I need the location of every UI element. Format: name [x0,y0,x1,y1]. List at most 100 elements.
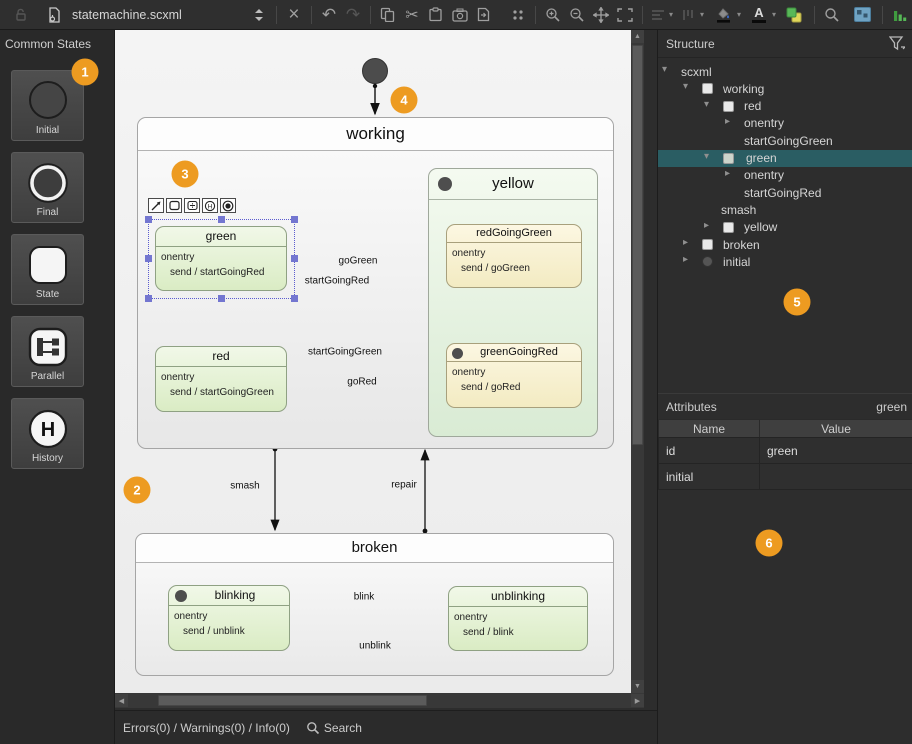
vertical-scrollbar[interactable]: ▲ ▼ [631,30,644,693]
fit-to-view-icon[interactable] [613,3,637,27]
chevron-right-icon[interactable]: ▸ [725,168,730,179]
state-red[interactable]: red onentrysend / startGoingGreen [155,346,287,412]
state-blinking[interactable]: blinking onentrysend / unblink [168,585,290,651]
state-greenGoingRed[interactable]: greenGoingRed onentrysend / goRed [446,343,582,408]
selection-handle[interactable] [218,216,225,223]
tile-state[interactable]: State [11,234,84,305]
tree-item-onentry[interactable]: ▸ onentry [658,115,912,132]
tile-parallel[interactable]: Parallel [11,316,84,387]
zoom-out-icon[interactable] [565,3,589,27]
vertical-scrollbar-thumb[interactable] [632,45,643,445]
state-redGoingGreen[interactable]: redGoingGreen onentrysend / goGreen [446,224,582,288]
horizontal-scrollbar[interactable]: ◀ ▶ [115,693,644,708]
tree-item-working[interactable]: ▾ working [658,80,912,97]
filter-icon[interactable] [889,36,905,56]
scroll-up-icon[interactable]: ▲ [631,30,644,43]
selection-handle[interactable] [291,216,298,223]
selection-handle[interactable] [145,295,152,302]
callout-badge-1: 1 [72,59,99,86]
chevron-right-icon[interactable]: ▸ [683,254,688,265]
selection-handle[interactable] [291,295,298,302]
chevron-down-icon[interactable]: ▾ [772,10,776,19]
chevron-down-icon[interactable]: ▾ [737,10,741,19]
chevron-down-icon[interactable]: ▾ [669,10,673,19]
screenshot-icon[interactable] [448,3,472,27]
tree-item-onentry[interactable]: ▸ onentry [658,167,912,184]
align-horizontal-icon[interactable] [648,3,668,27]
transition-label-goGreen[interactable]: goGreen [339,256,378,267]
search-icon[interactable] [820,3,844,27]
attribute-value-initial[interactable] [759,463,912,490]
tree-item-broken[interactable]: ▸ broken [658,236,912,253]
scroll-down-icon[interactable]: ▼ [631,680,644,693]
color-theme-icon[interactable] [782,3,806,27]
chevron-down-icon[interactable]: ▾ [683,81,688,92]
scroll-right-icon[interactable]: ▶ [631,694,644,707]
chevron-right-icon[interactable]: ▸ [704,220,709,231]
transition-label-smash[interactable]: smash [230,481,259,492]
structure-title: Structure [666,37,715,51]
tile-final[interactable]: Final [11,152,84,223]
palette-final-button[interactable] [220,198,236,213]
document-spinner-icon[interactable] [247,3,271,27]
transition-label-unblink[interactable]: unblink [359,641,391,652]
chevron-right-icon[interactable]: ▸ [683,237,688,248]
tree-item-red[interactable]: ▾ red [658,98,912,115]
palette-state-button[interactable] [166,198,182,213]
tile-history[interactable]: H History [11,398,84,469]
tree-item-green[interactable]: ▾ green [658,150,912,167]
callout-badge-5: 5 [784,289,811,316]
scroll-left-icon[interactable]: ◀ [115,694,128,707]
tree-item-scxml[interactable]: ▾ scxml [658,63,912,80]
tree-item-startGoingGreen[interactable]: startGoingGreen [658,132,912,149]
chevron-down-icon[interactable]: ▾ [662,64,667,75]
palette-history-button[interactable]: H [202,198,218,213]
state-blinking-initial-dot [175,590,187,602]
pan-icon[interactable] [589,3,613,27]
selection-handle[interactable] [145,216,152,223]
tree-item-initial[interactable]: ▸ initial [658,253,912,270]
font-color-icon[interactable]: A [747,3,771,27]
redo-icon[interactable]: ↷ [341,3,365,27]
transition-label-blink[interactable]: blink [354,592,375,603]
statistics-icon[interactable] [888,3,912,27]
horizontal-scrollbar-thumb[interactable] [158,695,427,706]
copy-icon[interactable] [376,3,400,27]
selection-handle[interactable] [145,255,152,262]
editor-canvas-column: working yellow redGoingGreen onentrysend… [115,30,657,710]
navigator-icon[interactable] [850,3,874,27]
cut-icon[interactable]: ✂ [400,3,424,27]
transition-label-startGoingGreen[interactable]: startGoingGreen [308,347,382,358]
chevron-right-icon[interactable]: ▸ [725,116,730,127]
chevron-down-icon[interactable]: ▾ [704,151,709,162]
export-icon[interactable] [472,3,496,27]
palette-transition-button[interactable] [148,198,164,213]
attribute-value-id[interactable]: green [759,437,912,464]
chevron-down-icon[interactable]: ▾ [704,99,709,110]
zoom-in-icon[interactable] [541,3,565,27]
fill-color-icon[interactable] [712,3,736,27]
selection-handle[interactable] [218,295,225,302]
undo-icon[interactable]: ↶ [317,3,341,27]
tree-item-smash[interactable]: smash [658,201,912,218]
state-unblinking[interactable]: unblinking onentrysend / blink [448,586,588,651]
tree-item-yellow[interactable]: ▸ yellow [658,219,912,236]
transition-label-startGoingRed[interactable]: startGoingRed [305,276,369,287]
issues-summary[interactable]: Errors(0) / Warnings(0) / Info(0) [123,721,290,735]
align-vertical-icon[interactable] [679,3,699,27]
tile-initial[interactable]: Initial [11,70,84,141]
statechart-canvas[interactable]: working yellow redGoingGreen onentrysend… [115,30,631,693]
close-icon[interactable]: × [282,3,306,27]
state-icon [723,222,734,233]
grid-dots-icon[interactable] [506,3,530,27]
palette-parallel-button[interactable] [184,198,200,213]
transition-label-goRed[interactable]: goRed [347,377,376,388]
tree-item-startGoingRed[interactable]: startGoingRed [658,184,912,201]
paste-icon[interactable] [424,3,448,27]
transition-label-repair[interactable]: repair [391,480,417,491]
selection-handle[interactable] [291,255,298,262]
chevron-down-icon[interactable]: ▾ [700,10,704,19]
search-toggle[interactable]: Search [306,721,362,735]
state-green[interactable]: green onentrysend / startGoingRed [155,226,287,291]
lock-open-icon[interactable] [10,3,34,27]
